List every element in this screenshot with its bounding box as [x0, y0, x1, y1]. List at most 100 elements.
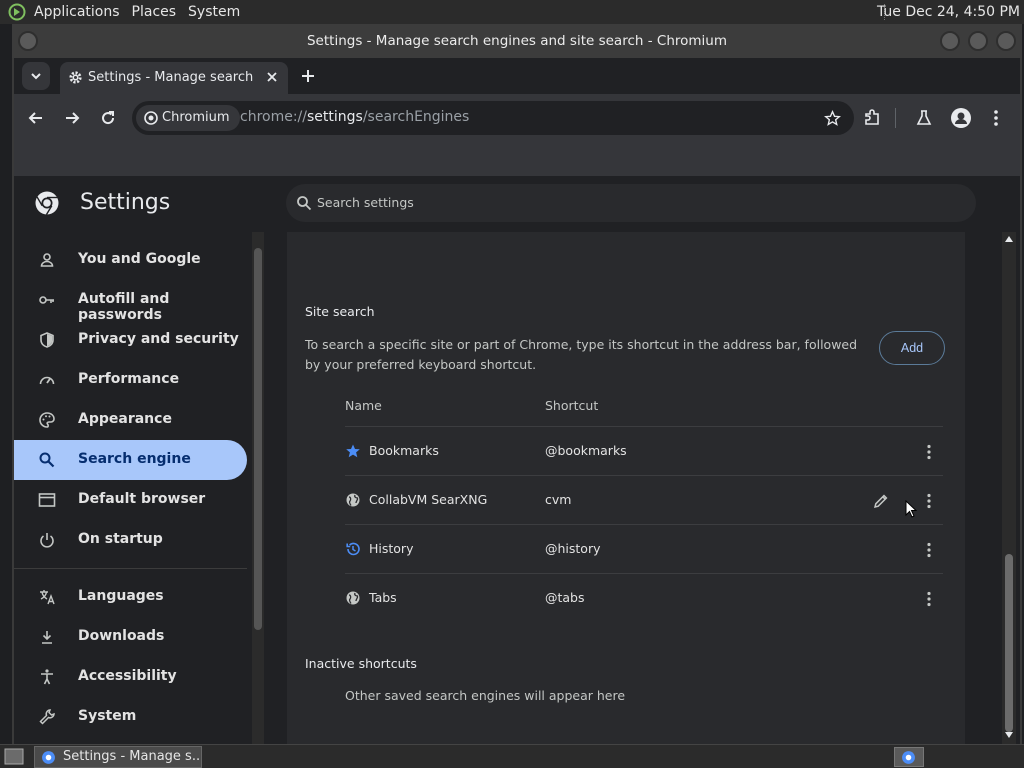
more-actions-icon[interactable]: [919, 589, 939, 609]
sidebar-item-label: Default browser: [78, 491, 206, 507]
sidebar-item-you-and-google[interactable]: You and Google: [14, 240, 247, 280]
sidebar-item-label: Appearance: [78, 411, 172, 427]
profile-avatar-icon[interactable]: [950, 107, 972, 129]
kebab-menu-icon[interactable]: [986, 108, 1006, 128]
sidebar-item-downloads[interactable]: Downloads: [14, 617, 247, 657]
page-scrollbar[interactable]: [1002, 232, 1016, 744]
table-row: CollabVM SearXNG cvm: [345, 475, 943, 524]
taskbar-item-settings[interactable]: Settings - Manage s...: [34, 746, 202, 768]
sidebar-item-performance[interactable]: Performance: [14, 360, 247, 400]
tab-settings[interactable]: Settings - Manage search engines and sit…: [60, 62, 288, 94]
sidebar-item-label: Performance: [78, 371, 180, 387]
more-actions-icon[interactable]: [919, 491, 939, 511]
table-row: Tabs @tabs: [345, 573, 943, 622]
taskbar-item-label: Settings - Manage s...: [63, 749, 202, 764]
clock[interactable]: Tue Dec 24, 4:50 PM: [877, 0, 1020, 24]
sidebar-item-label: On startup: [78, 531, 163, 547]
back-icon[interactable]: [26, 108, 46, 128]
gear-icon: [69, 71, 82, 84]
url-prefix: chrome://: [240, 109, 307, 125]
add-site-search-button[interactable]: Add: [879, 331, 945, 365]
search-icon: [39, 452, 55, 468]
sidebar-item-label: Accessibility: [78, 668, 177, 684]
sidebar-scrollbar-thumb[interactable]: [254, 248, 262, 630]
workspace-switcher[interactable]: [894, 747, 924, 767]
url-text[interactable]: chrome://settings/searchEngines: [240, 109, 469, 125]
close-window-button[interactable]: [996, 31, 1016, 51]
system-menu[interactable]: System: [182, 0, 246, 24]
page-scrollbar-thumb[interactable]: [1005, 554, 1013, 732]
site-chip-label: Chromium: [162, 110, 230, 125]
shield-icon: [40, 332, 54, 348]
person-icon: [40, 253, 54, 267]
sidebar-item-languages[interactable]: Languages: [14, 577, 247, 617]
site-search-description: To search a specific site or part of Chr…: [305, 337, 858, 372]
maximize-button[interactable]: [968, 31, 988, 51]
search-engine-name: History: [369, 541, 414, 556]
sidebar-item-appearance[interactable]: Appearance: [14, 400, 247, 440]
site-info-chip[interactable]: Chromium: [136, 105, 240, 131]
sidebar-item-autofill[interactable]: Autofill and passwords: [14, 280, 247, 323]
bottom-taskbar: Settings - Manage s...: [0, 744, 1024, 768]
inactive-empty-text: Other saved search engines will appear h…: [345, 688, 626, 703]
search-engine-name: CollabVM SearXNG: [369, 492, 488, 507]
sidebar-item-on-startup[interactable]: On startup: [14, 520, 247, 560]
scroll-up-arrow-icon[interactable]: [1005, 236, 1013, 242]
address-bar[interactable]: Chromium chrome://settings/searchEngines: [132, 101, 854, 135]
sidebar-item-privacy[interactable]: Privacy and security: [14, 320, 247, 360]
url-host: settings: [307, 109, 363, 125]
search-placeholder: Search settings: [317, 195, 414, 210]
star-icon: [346, 444, 360, 458]
extensions-icon[interactable]: [862, 108, 882, 128]
palette-icon: [39, 412, 55, 428]
download-icon: [42, 631, 52, 644]
tab-search-button[interactable]: [22, 62, 50, 90]
new-tab-icon[interactable]: [296, 64, 320, 88]
sidebar-item-label: Autofill and passwords: [78, 291, 170, 323]
top-panel: Applications Places System Tue Dec 24, 4…: [0, 0, 1024, 24]
scroll-down-arrow-icon[interactable]: [1005, 732, 1013, 738]
more-actions-icon[interactable]: [919, 442, 939, 462]
tab-title: Settings - Manage search engines and sit…: [88, 70, 258, 85]
sidebar-item-label: You and Google: [78, 251, 201, 267]
sidebar-item-system[interactable]: System: [14, 697, 247, 737]
show-desktop-icon[interactable]: [4, 748, 24, 765]
more-actions-icon[interactable]: [919, 540, 939, 560]
power-icon: [40, 533, 54, 548]
settings-header: Settings Search settings: [14, 176, 1020, 232]
forward-icon[interactable]: [62, 108, 82, 128]
sidebar-item-label: Downloads: [78, 628, 165, 644]
chevron-down-icon: [31, 73, 41, 80]
edit-pencil-icon[interactable]: [871, 491, 891, 511]
tab-strip: Settings - Manage search engines and sit…: [14, 58, 1020, 94]
sidebar-item-accessibility[interactable]: Accessibility: [14, 657, 247, 697]
toolbar: Chromium chrome://settings/searchEngines: [14, 94, 1020, 142]
sidebar-item-search-engine[interactable]: Search engine: [14, 440, 247, 480]
minimize-button[interactable]: [940, 31, 960, 51]
labs-flask-icon[interactable]: [914, 108, 934, 128]
table-row: Bookmarks @bookmarks: [345, 426, 943, 475]
system-logo-icon[interactable]: [8, 3, 26, 21]
sidebar-item-label: Languages: [78, 588, 164, 604]
star-bookmark-icon[interactable]: [824, 110, 841, 127]
accessibility-icon: [41, 669, 53, 685]
close-icon[interactable]: [264, 69, 280, 85]
search-settings-input[interactable]: Search settings: [286, 184, 976, 222]
toolbar-divider: [895, 108, 896, 128]
chromium-logo-icon: [902, 751, 915, 764]
reload-icon[interactable]: [98, 108, 118, 128]
chromium-logo-icon: [144, 111, 158, 125]
settings-sidebar: You and Google Autofill and passwords Pr…: [14, 232, 254, 744]
sidebar-item-default-browser[interactable]: Default browser: [14, 480, 247, 520]
applications-menu[interactable]: Applications: [28, 0, 126, 24]
page-title: Settings: [80, 190, 171, 215]
places-menu[interactable]: Places: [126, 0, 183, 24]
table-row: History @history: [345, 524, 943, 573]
window-titlebar[interactable]: Settings - Manage search engines and sit…: [12, 24, 1022, 58]
search-engine-shortcut: @tabs: [545, 590, 585, 605]
chromium-logo-icon: [35, 191, 59, 215]
window-menu-button[interactable]: [18, 31, 38, 51]
history-icon: [346, 542, 360, 556]
sidebar-scrollbar[interactable]: [252, 232, 264, 744]
site-search-heading: Site search: [305, 304, 375, 319]
